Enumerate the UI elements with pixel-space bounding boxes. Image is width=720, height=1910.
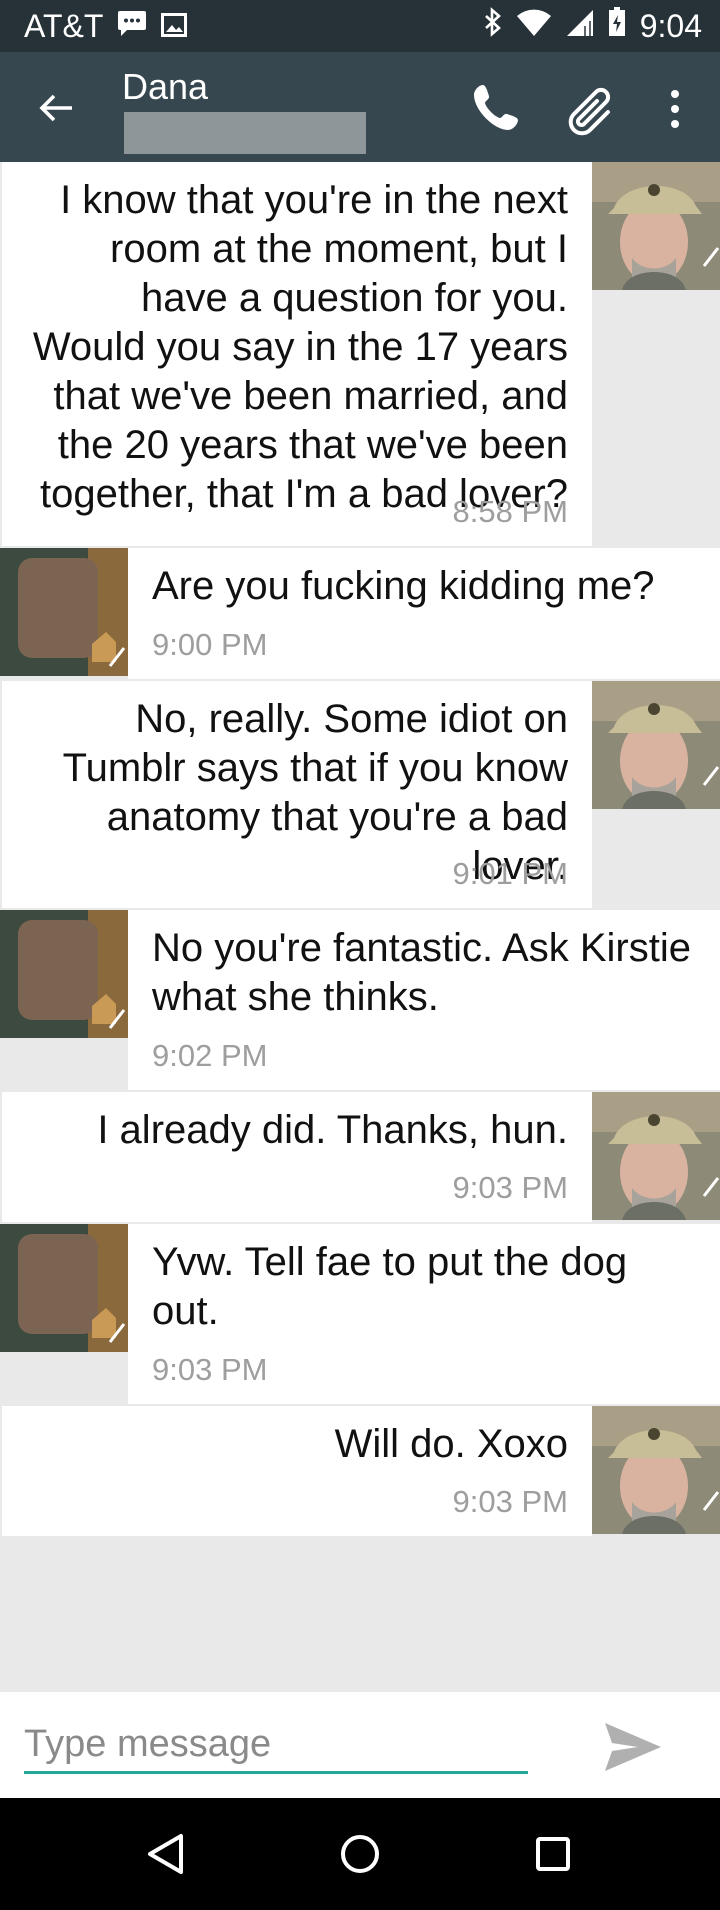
message-time: 9:03 PM	[452, 1484, 568, 1519]
signal-icon	[566, 8, 594, 45]
message-outgoing: No, really. Some idiot on Tumblr says th…	[0, 681, 720, 908]
message-text: Yvw. Tell fae to put the dog out.	[152, 1240, 628, 1333]
back-arrow-icon[interactable]	[26, 82, 86, 134]
nav-recents-icon[interactable]	[513, 1814, 593, 1894]
contact-avatar-blurred[interactable]	[0, 910, 128, 1038]
app-bar: Dana	[0, 52, 720, 162]
my-avatar[interactable]	[592, 681, 720, 809]
message-time: 9:03 PM	[452, 1170, 568, 1205]
contact-avatar-blurred[interactable]	[0, 1224, 128, 1352]
nav-home-icon[interactable]	[320, 1814, 400, 1894]
contact-avatar-blurred[interactable]	[0, 548, 128, 676]
message-time: 8:58 PM	[452, 494, 568, 529]
message-outgoing: Will do. Xoxo 9:03 PM	[0, 1406, 720, 1536]
message-text: I know that you're in the next room at t…	[32, 178, 568, 516]
image-notification-icon	[161, 8, 188, 45]
call-icon[interactable]	[470, 80, 524, 134]
message-text: Are you fucking kidding me?	[152, 564, 655, 608]
message-text: Will do. Xoxo	[334, 1422, 568, 1466]
message-outgoing: I know that you're in the next room at t…	[0, 162, 720, 546]
wifi-icon	[516, 8, 552, 45]
message-outgoing: I already did. Thanks, hun. 9:03 PM	[0, 1092, 720, 1222]
message-time: 9:00 PM	[152, 627, 268, 662]
system-nav-bar	[0, 1798, 720, 1910]
message-time: 9:03 PM	[152, 1352, 268, 1387]
message-composer	[0, 1692, 720, 1798]
contact-name[interactable]: Dana	[122, 66, 208, 108]
message-text: No you're fantastic. Ask Kirstie what sh…	[152, 926, 691, 1019]
my-avatar[interactable]	[592, 1406, 720, 1534]
clock: 9:04	[639, 7, 702, 44]
carrier-label: AT&T	[24, 7, 104, 44]
nav-back-icon[interactable]	[127, 1814, 207, 1894]
send-icon[interactable]	[598, 1714, 668, 1780]
message-time: 9:01 PM	[452, 856, 568, 891]
message-incoming: Are you fucking kidding me? 9:00 PM	[0, 548, 720, 679]
message-text: I already did. Thanks, hun.	[97, 1108, 568, 1152]
redacted-phone-number	[124, 112, 366, 154]
overflow-menu-icon[interactable]	[660, 82, 690, 136]
my-avatar[interactable]	[592, 1092, 720, 1220]
status-bar: AT&T 9:04	[0, 0, 720, 52]
message-thread[interactable]: I know that you're in the next room at t…	[0, 162, 720, 1692]
message-time: 9:02 PM	[152, 1038, 268, 1073]
message-incoming: No you're fantastic. Ask Kirstie what sh…	[0, 910, 720, 1090]
message-incoming: Yvw. Tell fae to put the dog out. 9:03 P…	[0, 1224, 720, 1404]
message-input[interactable]	[24, 1718, 528, 1774]
battery-icon	[608, 7, 626, 45]
bluetooth-icon	[484, 7, 502, 45]
sms-notification-icon	[117, 8, 147, 45]
attach-icon[interactable]	[562, 80, 622, 140]
my-avatar[interactable]	[592, 162, 720, 290]
